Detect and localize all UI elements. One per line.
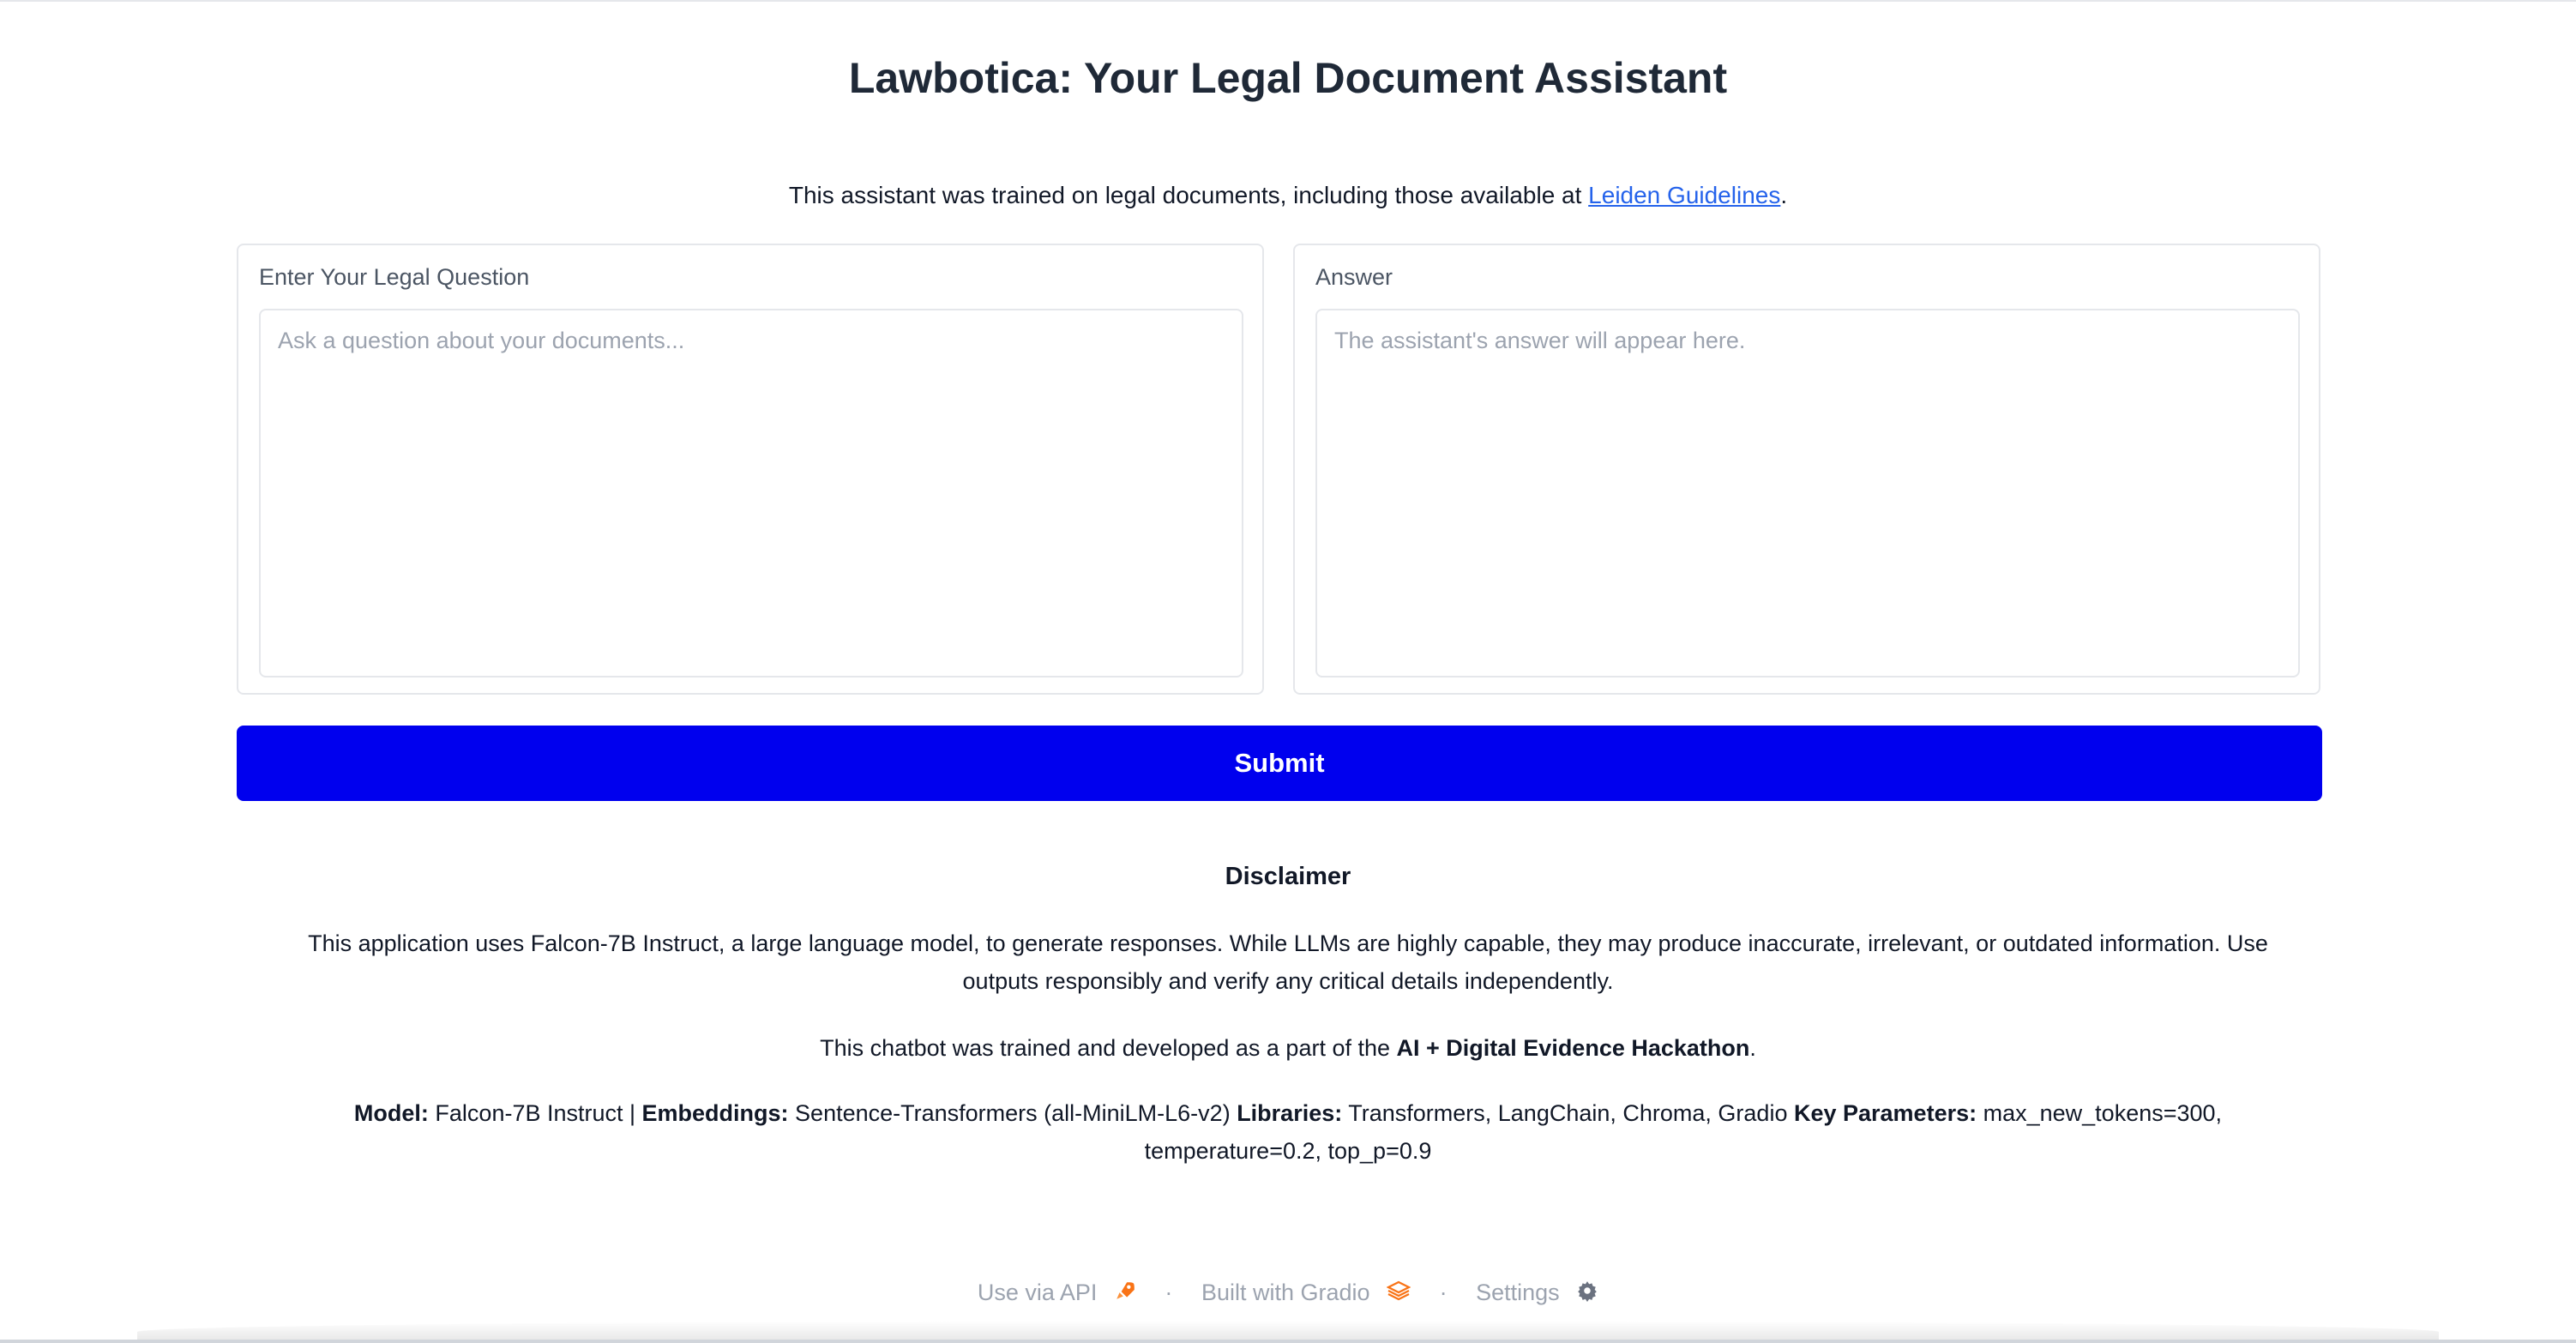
- footer-separator-2: ·: [1439, 1280, 1447, 1305]
- submit-button[interactable]: Submit: [237, 726, 2322, 801]
- use-via-api-label: Use via API: [977, 1280, 1098, 1305]
- bottom-border: [0, 1340, 2576, 1343]
- hackathon-name: AI + Digital Evidence Hackathon: [1396, 1035, 1750, 1061]
- gear-icon: [1576, 1280, 1598, 1308]
- built-with-gradio-label: Built with Gradio: [1201, 1280, 1370, 1305]
- question-input[interactable]: [259, 309, 1243, 678]
- built-with-gradio-link[interactable]: Built with Gradio: [1196, 1280, 1416, 1305]
- page-title: Lawbotica: Your Legal Document Assistant: [848, 54, 1728, 102]
- answer-panel: Answer: [1293, 244, 2320, 695]
- question-panel: Enter Your Legal Question: [237, 244, 1264, 695]
- libraries-label: Libraries:: [1237, 1100, 1343, 1126]
- answer-output[interactable]: [1315, 309, 2300, 678]
- disclaimer-title: Disclaimer: [1225, 863, 1351, 890]
- settings-label: Settings: [1476, 1280, 1560, 1305]
- answer-label: Answer: [1315, 264, 1393, 290]
- disclaimer-text: This application uses Falcon-7B Instruct…: [308, 930, 2268, 994]
- settings-link[interactable]: Settings: [1471, 1280, 1604, 1305]
- hackathon-prefix: This chatbot was trained and developed a…: [820, 1035, 1397, 1061]
- embeddings-label: Embeddings:: [641, 1100, 789, 1126]
- footer: Use via API · Built with Gradio · Settin…: [0, 1280, 2576, 1308]
- question-label: Enter Your Legal Question: [259, 264, 530, 290]
- hackathon-note: This chatbot was trained and developed a…: [283, 1029, 2293, 1067]
- use-via-api-link[interactable]: Use via API: [972, 1280, 1141, 1305]
- leiden-guidelines-link[interactable]: Leiden Guidelines: [1588, 182, 1780, 208]
- model-value: Falcon-7B Instruct |: [428, 1100, 642, 1126]
- tech-details: Model: Falcon-7B Instruct | Embeddings: …: [283, 1094, 2293, 1170]
- intro-prefix: This assistant was trained on legal docu…: [788, 182, 1589, 208]
- top-border: [0, 0, 2576, 2]
- params-label: Key Parameters:: [1793, 1100, 1977, 1126]
- intro-suffix: .: [1780, 182, 1788, 208]
- gradio-logo-icon: [1386, 1280, 1411, 1307]
- hackathon-suffix: .: [1749, 1035, 1756, 1061]
- libraries-value: Transformers, LangChain, Chroma, Gradio: [1342, 1100, 1794, 1126]
- model-label: Model:: [353, 1100, 429, 1126]
- footer-separator: ·: [1165, 1280, 1173, 1305]
- embeddings-value: Sentence-Transformers (all-MiniLM-L6-v2): [788, 1100, 1237, 1126]
- intro-text: This assistant was trained on legal docu…: [0, 182, 2576, 209]
- rocket-icon: [1114, 1280, 1136, 1308]
